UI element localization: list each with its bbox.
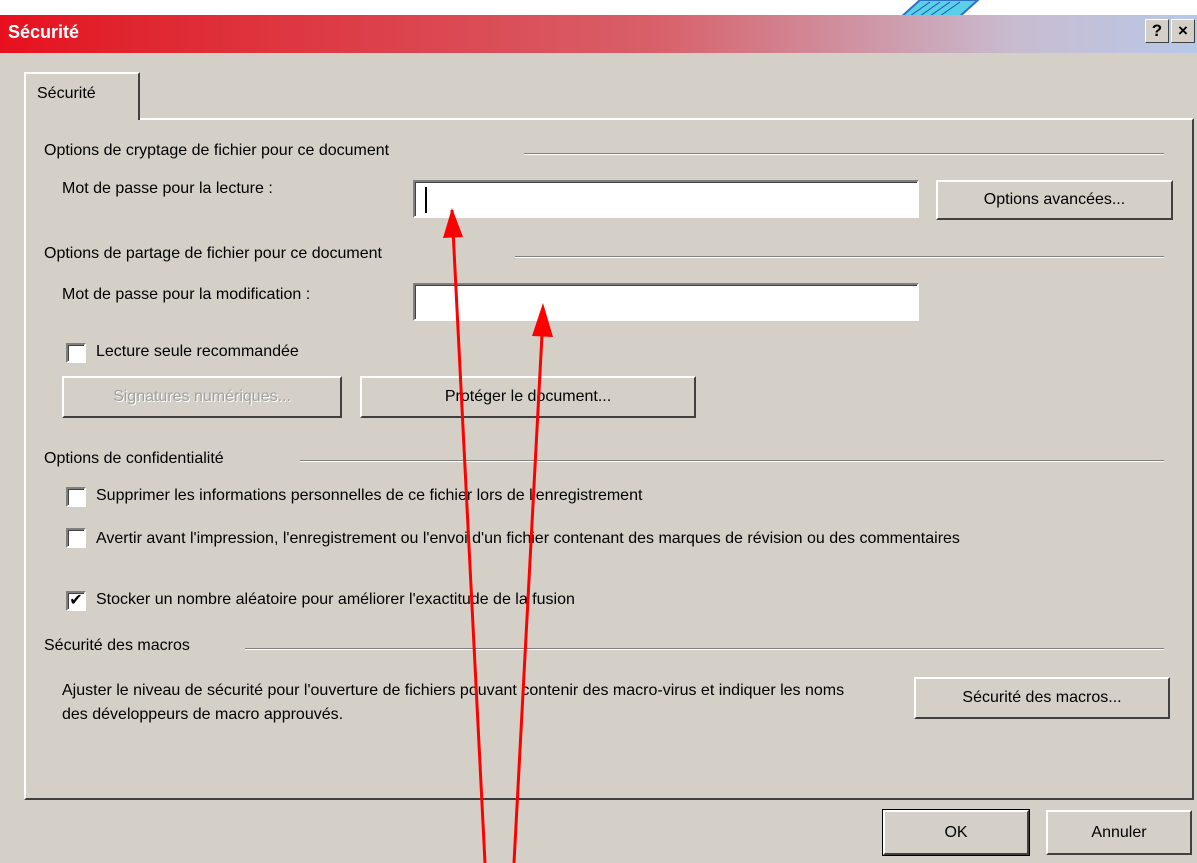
arrowhead-icon [532,303,553,337]
tab-label: Sécurité [37,85,96,102]
arrowhead-icon [443,208,463,238]
annotation-arrows [443,208,553,863]
arrow-to-modify-password [512,315,545,863]
arrow-to-read-password [450,209,487,863]
